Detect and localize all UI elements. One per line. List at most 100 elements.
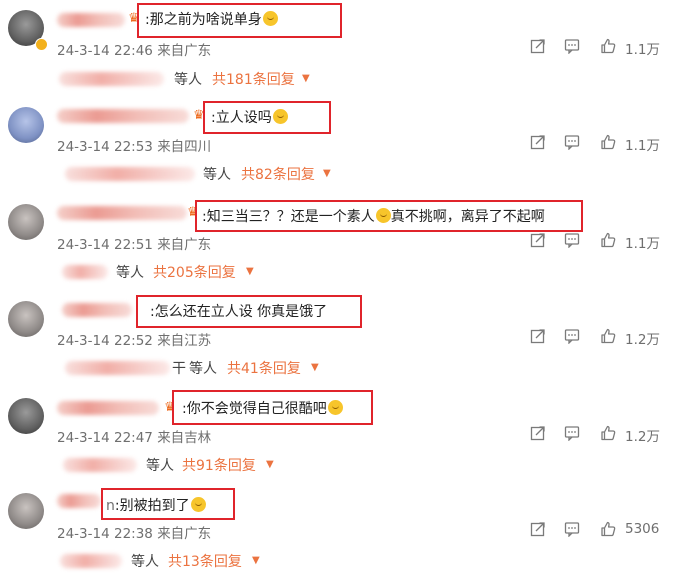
reply-users-blurred <box>65 361 170 375</box>
username-blurred[interactable] <box>57 401 159 415</box>
reply-summary[interactable]: 等人 共91条回复 ▼ <box>63 455 343 475</box>
comment-text: :立人设吗 <box>211 107 288 127</box>
reply-users-label: 等人 <box>203 167 231 183</box>
avatar[interactable] <box>8 301 44 337</box>
share-icon[interactable] <box>530 328 546 344</box>
comment-time: 24-3-14 22:38 <box>57 526 153 542</box>
comment-actions: 1.1万 <box>530 232 700 252</box>
comment-time: 24-3-14 22:53 <box>57 139 153 155</box>
comment-text: :怎么还在立人设 你真是饿了 <box>150 304 328 320</box>
face-emoji-icon <box>272 109 288 124</box>
chevron-down-icon[interactable]: ▼ <box>302 73 310 84</box>
thumbs-up-icon[interactable] <box>600 425 616 441</box>
reply-summary[interactable]: 等人 共205条回复 ▼ <box>62 262 342 282</box>
share-icon[interactable] <box>530 38 546 54</box>
comment-highlight-box: :立人设吗 <box>203 101 331 134</box>
comment-icon[interactable] <box>564 425 580 441</box>
comment-highlight-box: :怎么还在立人设 你真是饿了 <box>136 295 362 328</box>
face-emoji-icon <box>190 497 206 512</box>
comment-location: 来自广东 <box>157 237 212 253</box>
comment-meta: 24-3-14 22:53 来自四川 <box>57 135 211 155</box>
avatar[interactable] <box>8 398 44 434</box>
reply-users-blurred <box>62 265 108 279</box>
comment-meta: 24-3-14 22:51 来自广东 <box>57 233 211 253</box>
comment-text: :那之前为啥说单身 <box>145 9 278 29</box>
thumbs-up-icon[interactable] <box>600 521 616 537</box>
reply-count[interactable]: 共82条回复 <box>241 164 315 184</box>
username-blurred[interactable] <box>57 109 189 123</box>
username-blurred[interactable] <box>57 494 101 508</box>
thumbs-up-icon[interactable] <box>600 232 616 248</box>
reply-count[interactable]: 共91条回复 <box>182 455 256 475</box>
username-blurred[interactable] <box>62 303 132 317</box>
thumbs-up-icon[interactable] <box>600 328 616 344</box>
avatar[interactable] <box>8 493 44 529</box>
reply-users-blurred <box>63 458 137 472</box>
username-suffix: n <box>106 498 115 514</box>
comment-text: :你不会觉得自己很酷吧 <box>182 398 343 418</box>
comment-time: 24-3-14 22:46 <box>57 43 153 59</box>
reply-count[interactable]: 共41条回复 <box>227 358 301 378</box>
reply-users-label: 等人 <box>189 361 217 377</box>
avatar[interactable] <box>8 107 44 143</box>
chevron-down-icon[interactable]: ▼ <box>246 266 254 277</box>
comment-meta: 24-3-14 22:38 来自广东 <box>57 522 211 542</box>
like-count: 5306 <box>625 521 660 537</box>
comment-item: ♛ :怎么还在立人设 你真是饿了 24-3-14 22:52 来自江苏 1.2万… <box>0 291 700 388</box>
comment-icon[interactable] <box>564 38 580 54</box>
share-icon[interactable] <box>530 232 546 248</box>
comment-actions: 1.2万 <box>530 328 700 348</box>
comment-item: n:别被拍到了 24-3-14 22:38 来自广东 5306 等人 共13条回… <box>0 485 700 582</box>
comment-highlight-box: :那之前为啥说单身 <box>137 3 342 38</box>
reply-summary[interactable]: 干 等人 共41条回复 ▼ <box>65 358 345 378</box>
comment-item: ♛ :立人设吗 24-3-14 22:53 来自四川 1.1万 等人 共82条回… <box>0 97 700 194</box>
thumbs-up-icon[interactable] <box>600 38 616 54</box>
comment-icon[interactable] <box>564 232 580 248</box>
like-count: 1.1万 <box>625 138 660 154</box>
comment-actions: 1.2万 <box>530 425 700 445</box>
comment-actions: 5306 <box>530 521 700 541</box>
share-icon[interactable] <box>530 425 546 441</box>
reply-summary[interactable]: 等人 共82条回复 ▼ <box>65 164 345 184</box>
comment-time: 24-3-14 22:47 <box>57 430 153 446</box>
chevron-down-icon[interactable]: ▼ <box>252 555 260 566</box>
comment-time: 24-3-14 22:51 <box>57 237 153 253</box>
comment-icon[interactable] <box>564 328 580 344</box>
comment-location: 来自江苏 <box>157 333 212 349</box>
reply-count[interactable]: 共205条回复 <box>153 262 236 282</box>
share-icon[interactable] <box>530 521 546 537</box>
share-icon[interactable] <box>530 134 546 150</box>
comment-text-continued: 真不挑啊，离异了不起啊 <box>390 209 545 225</box>
username-blurred[interactable] <box>57 206 187 220</box>
comment-meta: 24-3-14 22:47 来自吉林 <box>57 426 211 446</box>
username-blurred[interactable] <box>57 13 125 27</box>
avatar[interactable] <box>8 204 44 240</box>
like-count: 1.2万 <box>625 429 660 445</box>
like-count: 1.1万 <box>625 42 660 58</box>
reply-count[interactable]: 共13条回复 <box>168 551 242 571</box>
comment-location: 来自广东 <box>157 43 212 59</box>
comment-icon[interactable] <box>564 521 580 537</box>
chevron-down-icon[interactable]: ▼ <box>266 459 274 470</box>
reply-users-prefix: 干 <box>172 361 186 377</box>
like-count: 1.2万 <box>625 332 660 348</box>
reply-users-label: 等人 <box>174 72 202 88</box>
comment-actions: 1.1万 <box>530 38 700 58</box>
comment-time: 24-3-14 22:52 <box>57 333 153 349</box>
comment-location: 来自广东 <box>157 526 212 542</box>
comment-location: 来自吉林 <box>157 430 212 446</box>
reply-summary[interactable]: 等人 共13条回复 ▼ <box>60 551 340 571</box>
comment-highlight-box: n:别被拍到了 <box>101 488 235 520</box>
thumbs-up-icon[interactable] <box>600 134 616 150</box>
reply-users-label: 等人 <box>146 458 174 474</box>
chevron-down-icon[interactable]: ▼ <box>311 362 319 373</box>
comment-actions: 1.1万 <box>530 134 700 154</box>
reply-count[interactable]: 共181条回复 <box>212 69 295 89</box>
verified-badge-icon <box>35 38 48 51</box>
comment-highlight-box: :知三当三？？还是一个素人 真不挑啊，离异了不起啊 <box>195 200 583 232</box>
chevron-down-icon[interactable]: ▼ <box>323 168 331 179</box>
comment-item: ♛ :那之前为啥说单身 24-3-14 22:46 来自广东 1.1万 等人 共… <box>0 0 700 97</box>
reply-summary[interactable]: 等人 共181条回复 ▼ <box>59 69 339 89</box>
thinking-emoji-icon <box>327 400 343 415</box>
comment-icon[interactable] <box>564 134 580 150</box>
